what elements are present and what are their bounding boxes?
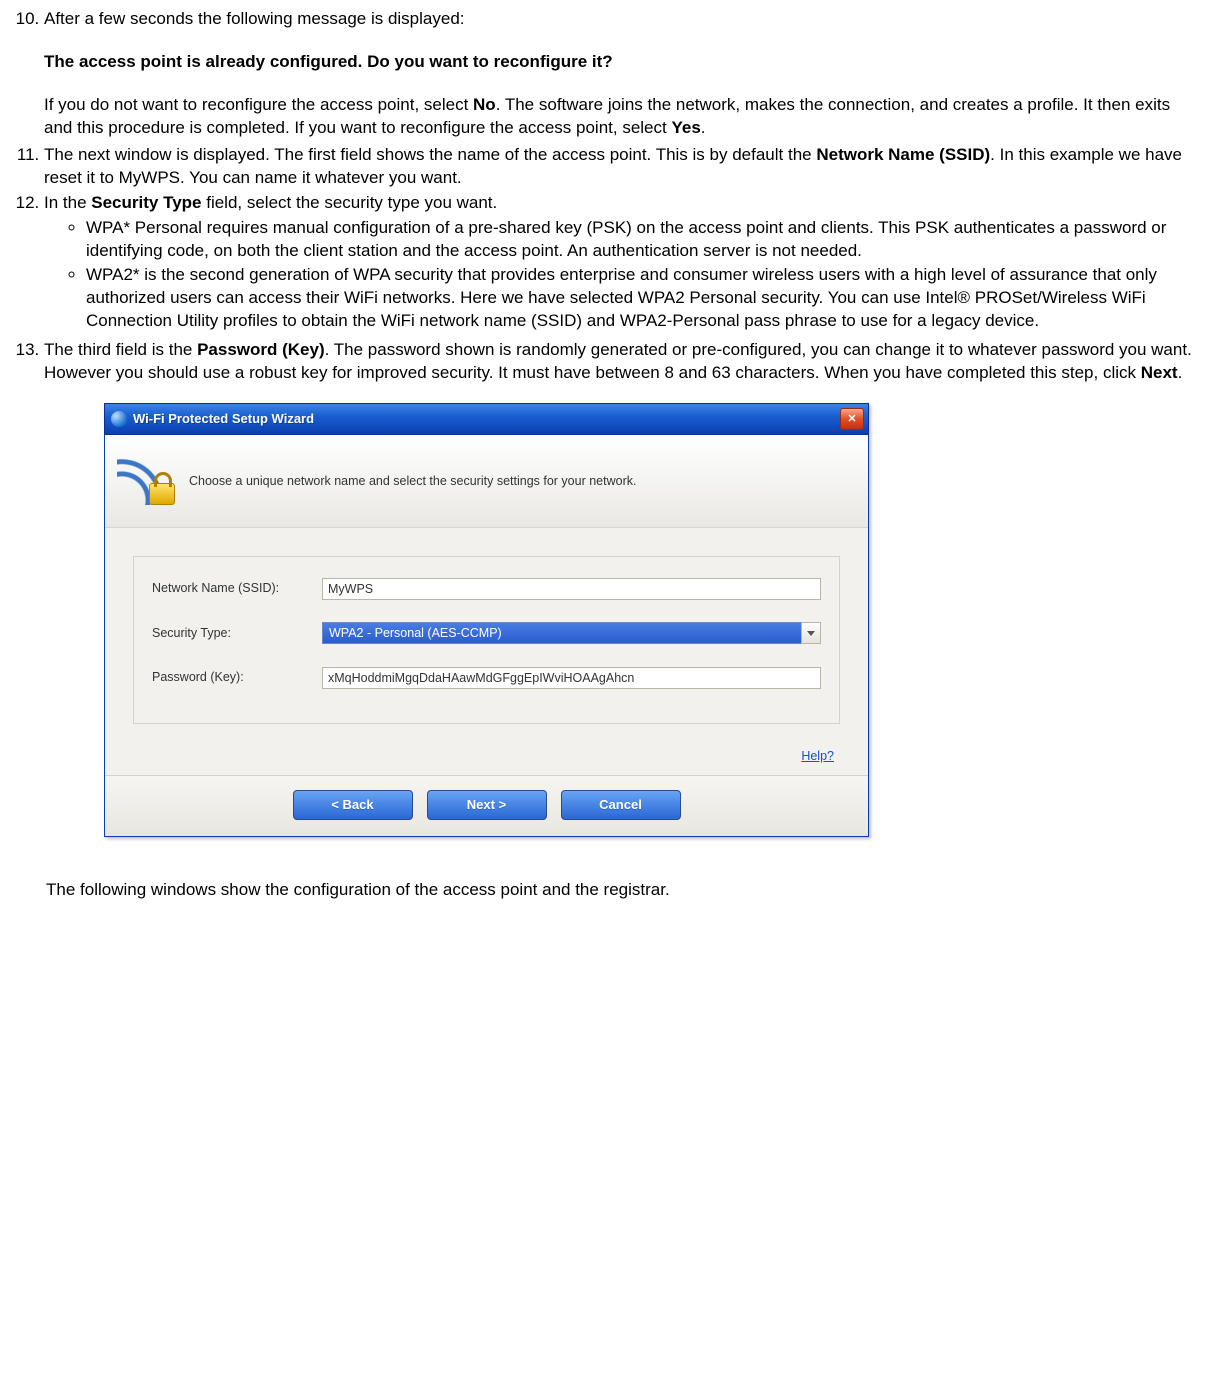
security-select-value: WPA2 - Personal (AES-CCMP) xyxy=(322,622,801,644)
banner-text: Choose a unique network name and select … xyxy=(189,473,636,490)
button-bar: < Back Next > Cancel xyxy=(105,775,868,836)
step-10-detail: If you do not want to reconfigure the ac… xyxy=(44,94,1193,140)
ssid-input[interactable] xyxy=(322,578,821,600)
cancel-button[interactable]: Cancel xyxy=(561,790,681,820)
security-label: Security Type: xyxy=(152,625,322,642)
window-title: Wi-Fi Protected Setup Wizard xyxy=(133,410,840,428)
next-button[interactable]: Next > xyxy=(427,790,547,820)
step-12-sub-wpa2: WPA2* is the second generation of WPA se… xyxy=(86,264,1193,335)
instruction-list: After a few seconds the following messag… xyxy=(10,8,1193,851)
step-12-sub-wpa: WPA* Personal requires manual configurat… xyxy=(86,217,1193,265)
close-icon[interactable]: ✕ xyxy=(840,408,864,430)
step-10: After a few seconds the following messag… xyxy=(44,8,1193,144)
password-input[interactable] xyxy=(322,667,821,689)
chevron-down-icon[interactable] xyxy=(801,622,821,644)
step-12: In the Security Type field, select the s… xyxy=(44,192,1193,340)
help-link[interactable]: Help? xyxy=(801,749,834,763)
footer-text: The following windows show the configura… xyxy=(46,879,1193,902)
window-titlebar[interactable]: Wi-Fi Protected Setup Wizard ✕ xyxy=(104,403,869,435)
wizard-window: Wi-Fi Protected Setup Wizard ✕ Choose a … xyxy=(104,403,869,837)
step-12-sublist: WPA* Personal requires manual configurat… xyxy=(44,217,1193,336)
ssid-label: Network Name (SSID): xyxy=(152,580,322,597)
network-fieldset: Network Name (SSID): Security Type: WPA2… xyxy=(133,556,840,724)
step-13: The third field is the Password (Key). T… xyxy=(44,339,1193,851)
step-11: The next window is displayed. The first … xyxy=(44,144,1193,192)
password-label: Password (Key): xyxy=(152,669,322,686)
wifi-lock-icon xyxy=(115,453,179,509)
window-body: Choose a unique network name and select … xyxy=(104,435,869,837)
security-select[interactable]: WPA2 - Personal (AES-CCMP) xyxy=(322,622,821,644)
banner: Choose a unique network name and select … xyxy=(105,435,868,528)
back-button[interactable]: < Back xyxy=(293,790,413,820)
app-icon xyxy=(111,411,127,427)
step-10-intro: After a few seconds the following messag… xyxy=(44,8,1193,31)
step-10-prompt: The access point is already configured. … xyxy=(44,51,1193,74)
